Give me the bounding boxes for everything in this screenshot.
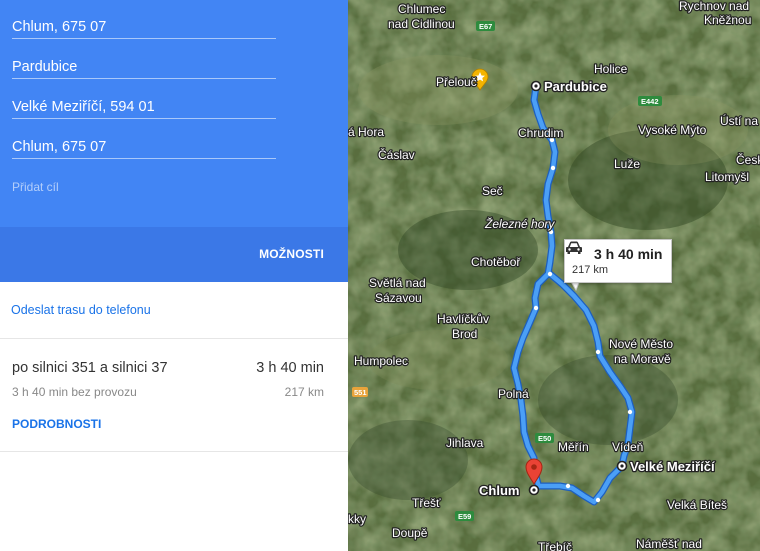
bubble-distance: 217 km <box>572 264 609 276</box>
map-label-rychnov: Rychnov nad <box>679 0 749 13</box>
svg-text:E442: E442 <box>641 97 659 106</box>
send-to-phone-row: Odeslat trasu do telefonu <box>0 282 348 339</box>
map-label-chrudim: Chrudim <box>518 126 563 140</box>
map-label-holice: Holice <box>594 62 628 76</box>
road-shield-e67: E67 <box>476 21 495 31</box>
forest-area <box>348 420 468 500</box>
map-label-trest: Třešť <box>412 496 441 510</box>
map-label-merin: Měřín <box>558 440 589 454</box>
car-icon <box>566 241 582 254</box>
road-shield-551: 551 <box>352 387 368 397</box>
map-label-velka-bites: Velká Bíteš <box>667 498 727 512</box>
svg-text:E67: E67 <box>479 22 492 31</box>
directions-app: Chlum, 675 07 Pardubice Velké Meziříčí, … <box>0 0 760 551</box>
waypoint-3-input[interactable]: Velké Meziříčí, 594 01 <box>12 96 276 119</box>
directions-panel: Chlum, 675 07 Pardubice Velké Meziříčí, … <box>0 0 348 551</box>
map-label-vysoke-myto: Vysoké Mýto <box>638 123 707 137</box>
road-shield-e59: E59 <box>455 511 474 521</box>
map-label-sazavou: Sázavou <box>375 291 422 305</box>
map-label-caslav: Čáslav <box>378 147 415 162</box>
map-label-luze: Luže <box>614 157 640 171</box>
map-label-velke-mezirici: Velké Meziříčí <box>630 459 715 474</box>
map-label-nove-mesto: Nové Město <box>609 337 673 351</box>
bubble-duration: 3 h 40 min <box>594 246 663 262</box>
map-label-kky: kky <box>348 512 366 526</box>
map-label-havlickuv: Havlíčkův <box>437 312 489 326</box>
map-label-kneznou: Kněžnou <box>704 13 751 27</box>
waypoint-end-input[interactable]: Chlum, 675 07 <box>12 136 276 159</box>
map-label-trebic: Třebíč <box>538 540 572 551</box>
map-label-humpolec: Humpolec <box>354 354 408 368</box>
map-label-usti: Ústí na <box>720 113 758 128</box>
map-label-jihlava: Jihlava <box>446 436 484 450</box>
map-label-zelezne-hory: Železné hory <box>484 216 555 231</box>
satellite-map[interactable]: E67 E442 E50 E59 551 Chlumec nad Cidlino… <box>348 0 760 551</box>
svg-text:551: 551 <box>354 388 367 397</box>
add-destination-input[interactable]: Přidat cíl <box>12 179 59 195</box>
road-shield-e442: E442 <box>638 96 662 106</box>
map-label-polna: Polná <box>498 387 529 401</box>
map-label-chlumec: Chlumec <box>398 2 445 16</box>
map-label-hora: á Hora <box>348 125 384 139</box>
map-label-doupe: Doupě <box>392 526 428 540</box>
options-bar: MOŽNOSTI <box>0 227 348 282</box>
map-label-litomysl: Litomyšl <box>705 170 749 184</box>
velke-mezirici-marker[interactable] <box>616 460 628 472</box>
chlum-marker[interactable] <box>528 484 540 496</box>
route-duration: 3 h 40 min <box>256 360 324 376</box>
map-label-na-morave: na Moravě <box>614 352 671 366</box>
map-label-chlum: Chlum <box>479 483 519 498</box>
route-via-label: po silnici 351 a silnici 37 <box>12 360 168 376</box>
map-label-sec: Seč <box>482 184 503 198</box>
map-label-nad-cidlinou: nad Cidlinou <box>388 17 455 31</box>
map-label-pardubice: Pardubice <box>544 79 607 94</box>
waypoint-2-input[interactable]: Pardubice <box>12 56 276 79</box>
route-info-bubble[interactable]: 3 h 40 min 217 km <box>564 239 672 283</box>
pardubice-marker[interactable] <box>530 80 542 92</box>
map-canvas[interactable]: E67 E442 E50 E59 551 Chlumec nad Cidlino… <box>348 0 760 551</box>
map-label-namest: Náměšť nad <box>636 537 702 551</box>
waypoint-start-input[interactable]: Chlum, 675 07 <box>12 16 276 39</box>
route-traffic-note: 3 h 40 min bez provozu <box>12 385 137 399</box>
map-label-prelouc: Přelouč <box>436 75 477 89</box>
road-shield-e50: E50 <box>535 433 554 443</box>
route-option-card[interactable]: po silnici 351 a silnici 37 3 h 40 min 3… <box>0 339 348 452</box>
map-label-chotebor: Chotěboř <box>471 255 521 269</box>
svg-text:E59: E59 <box>458 512 471 521</box>
details-button[interactable]: PODROBNOSTI <box>12 417 101 431</box>
svg-text:E50: E50 <box>538 434 551 443</box>
route-distance: 217 km <box>284 385 324 399</box>
waypoints-section: Chlum, 675 07 Pardubice Velké Meziříčí, … <box>0 0 348 227</box>
send-to-phone-link[interactable]: Odeslat trasu do telefonu <box>11 303 151 317</box>
map-label-cesk: Česk <box>736 152 760 167</box>
options-button[interactable]: MOŽNOSTI <box>259 247 324 261</box>
map-label-svetla: Světlá nad <box>369 276 426 290</box>
map-label-brod: Brod <box>452 327 477 341</box>
map-label-viden: Vídeň <box>612 440 643 454</box>
field-area <box>358 55 518 125</box>
